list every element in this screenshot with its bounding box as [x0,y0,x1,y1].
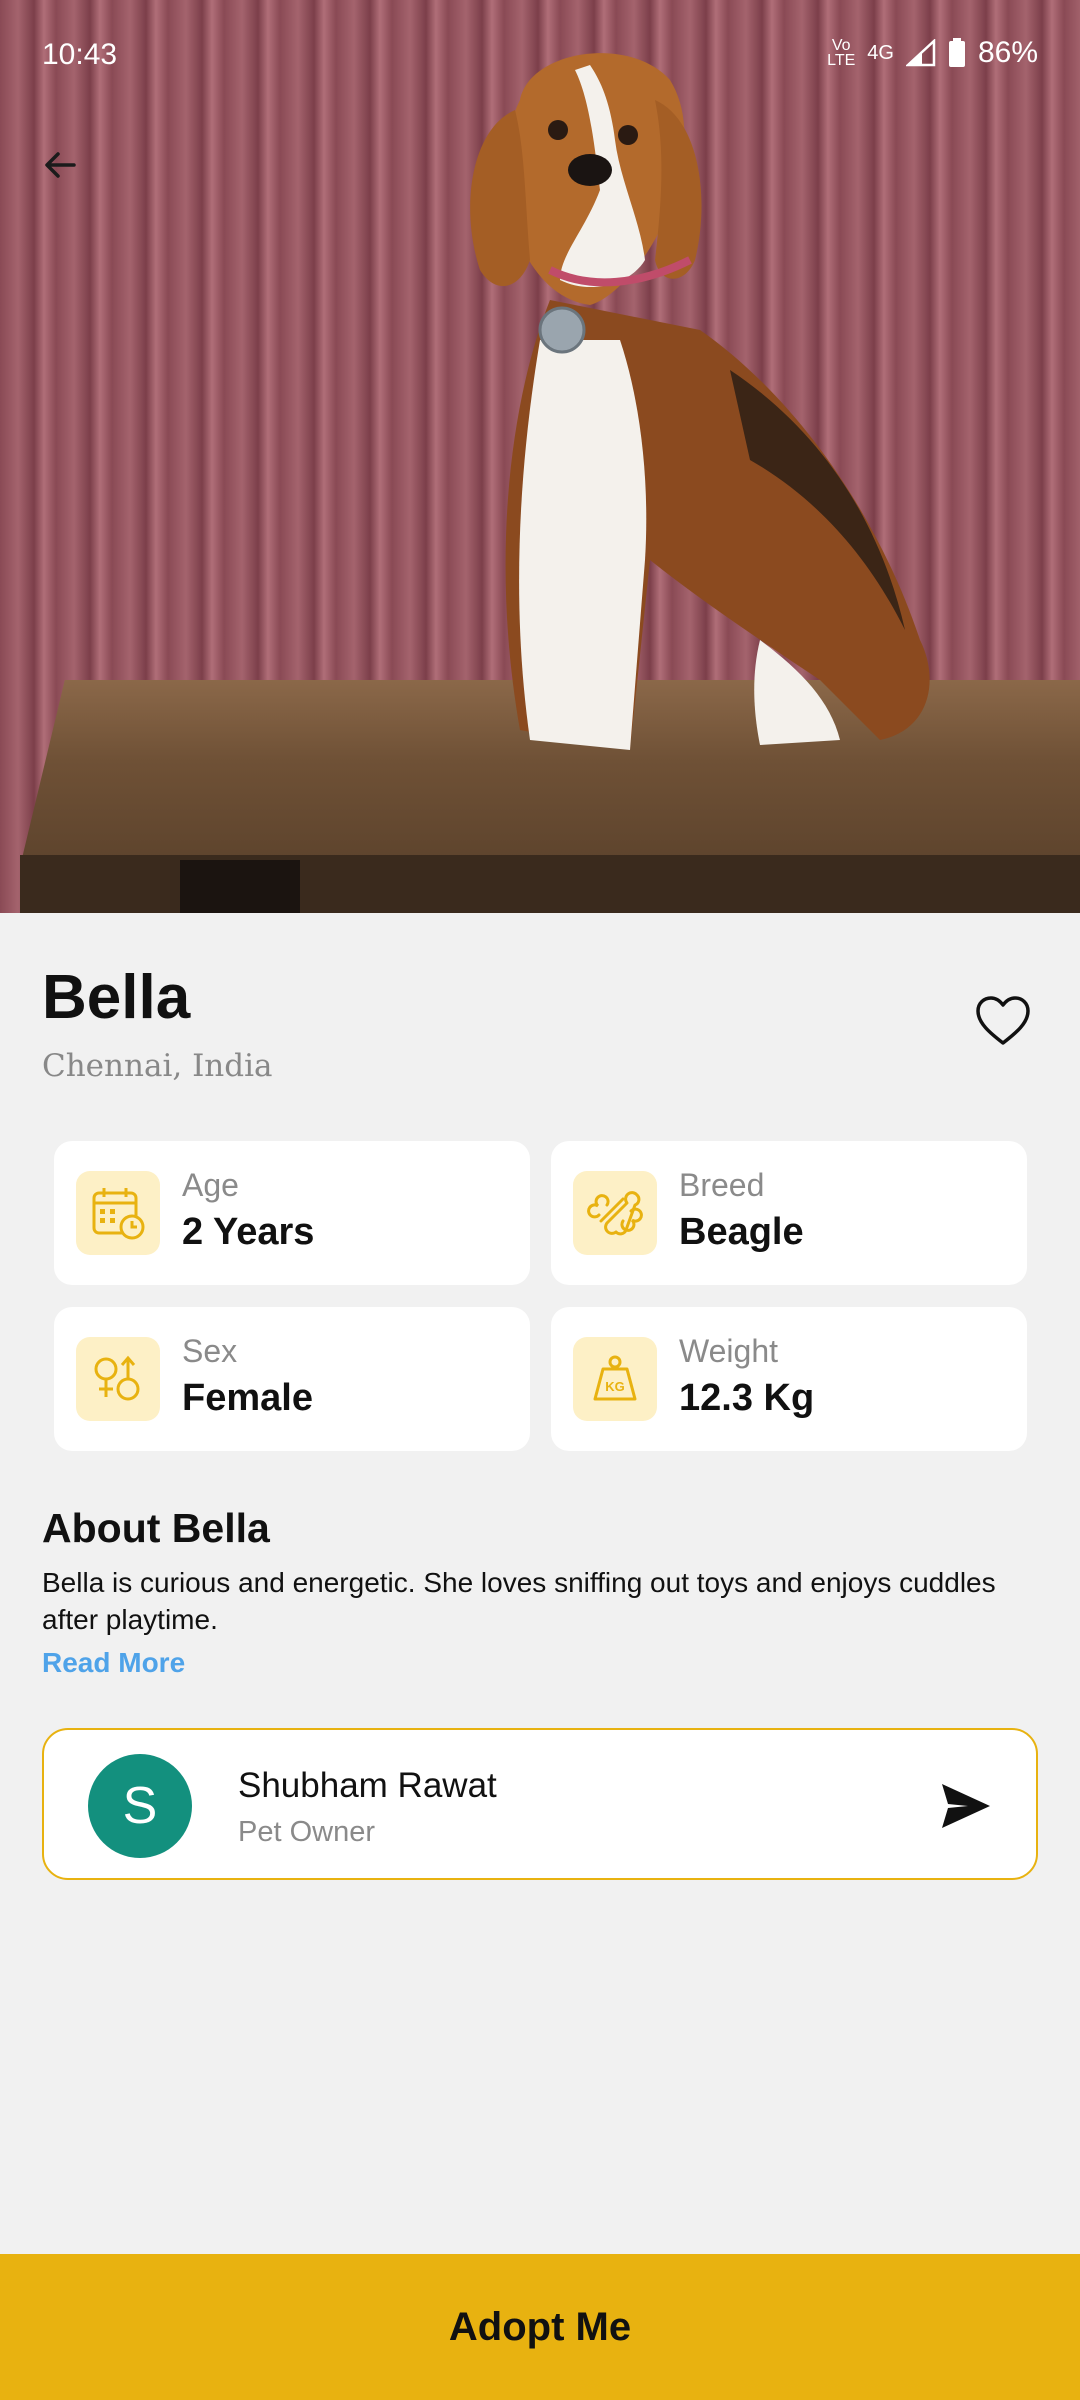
pet-location: Chennai, India [42,1048,273,1084]
weight-label: Weight [679,1333,779,1369]
avatar: S [88,1754,192,1858]
about-text: Bella is curious and energetic. She love… [42,1567,996,1635]
read-more-link[interactable]: Read More [42,1647,185,1679]
calendar-icon [76,1171,160,1255]
table-edge [20,855,1080,913]
beagle-illustration [470,53,930,750]
signal-icon [905,39,936,67]
pet-photo: 10:43 Vo LTE 4G 86% [0,0,1080,913]
age-label: Age [182,1167,239,1203]
send-icon [942,1784,990,1828]
sex-label: Sex [182,1333,238,1369]
network-label: 4G [867,41,894,64]
owner-role: Pet Owner [238,1816,375,1848]
back-button[interactable] [30,135,90,195]
status-time: 10:43 [42,38,118,71]
heart-icon [976,996,1030,1045]
bone-icon [573,1171,657,1255]
gender-icon [76,1337,160,1421]
age-card: Age 2 Years [54,1141,530,1285]
weight-value: 12.3 Kg [679,1377,815,1419]
owner-name: Shubham Rawat [238,1766,497,1805]
age-value: 2 Years [182,1211,315,1253]
send-message-button[interactable] [936,1776,996,1836]
owner-card[interactable]: S Shubham Rawat Pet Owner [42,1728,1038,1880]
sex-value: Female [182,1377,313,1419]
about-heading: About Bella [42,1505,270,1551]
battery-level: 86% [977,36,1038,69]
battery-icon [948,38,965,67]
svg-text:KG: KG [605,1379,625,1394]
weight-card: KG Weight 12.3 Kg [551,1307,1027,1451]
breed-value: Beagle [679,1211,804,1253]
status-bar: 10:43 Vo LTE 4G 86% [0,0,1080,110]
sex-card: Sex Female [54,1307,530,1451]
table-leg [180,860,300,913]
arrow-left-icon [45,152,76,178]
breed-label: Breed [679,1167,765,1203]
adopt-me-button[interactable]: Adopt Me [0,2254,1080,2400]
favorite-button[interactable] [972,990,1034,1052]
pet-name: Bella [42,963,191,1032]
weight-icon: KG [573,1337,657,1421]
breed-card: Breed Beagle [551,1141,1027,1285]
lte-icon: Vo LTE [827,37,856,69]
